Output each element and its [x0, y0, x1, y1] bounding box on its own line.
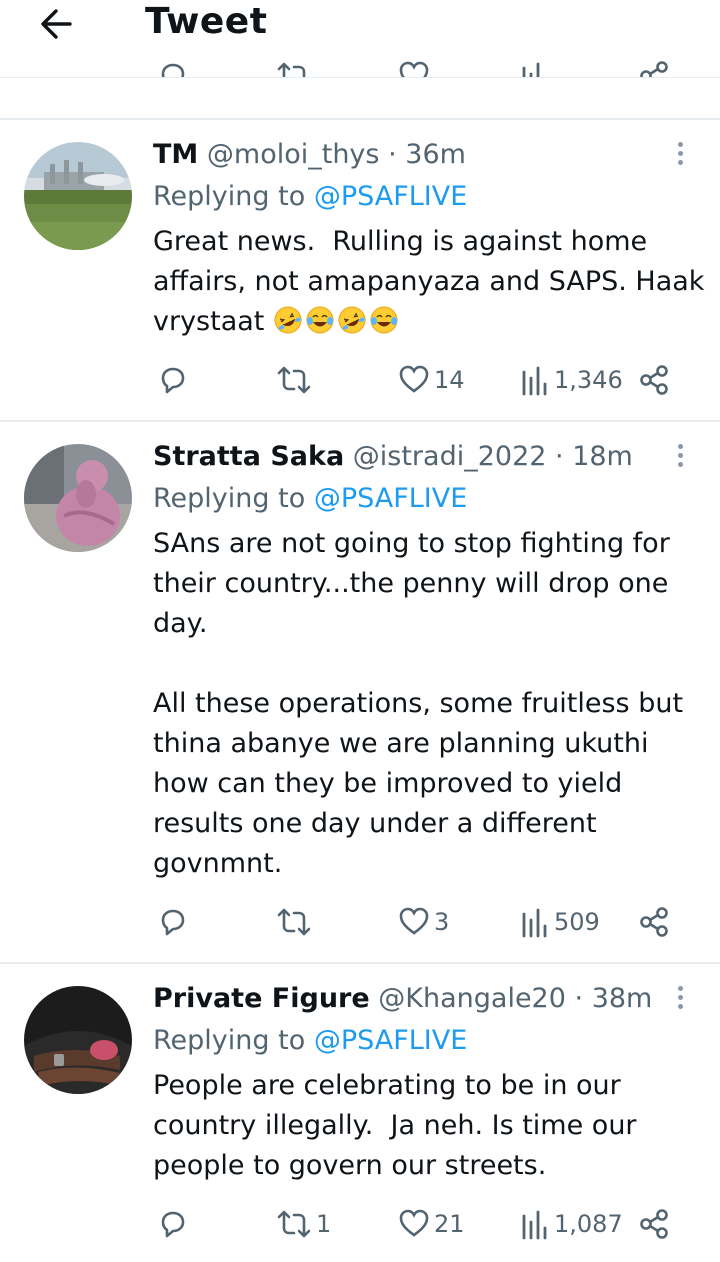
reply-icon [161, 1211, 185, 1238]
separator-dot: · [555, 441, 564, 472]
tweet-text: People are celebrating to be in our coun… [153, 1070, 646, 1181]
like-button[interactable]: 21 [398, 1204, 465, 1244]
replying-to: Replying to @PSAFLIVE [153, 180, 467, 214]
timestamp[interactable]: 38m [592, 983, 653, 1014]
view-count: 1,087 [554, 1210, 623, 1238]
tweet-text: Great news. Rulling is against home affa… [153, 222, 708, 342]
joy-emoji-icon [306, 306, 334, 334]
more-options-button[interactable] [672, 142, 688, 169]
retweet-icon [277, 366, 311, 394]
tweet-body: Great news. Rulling is against home affa… [153, 226, 714, 337]
reply-button[interactable] [157, 360, 189, 400]
mention-link[interactable]: @PSAFLIVE [314, 483, 467, 514]
avatar[interactable] [24, 142, 132, 250]
like-count: 3 [434, 908, 450, 936]
rofl-emoji-icon [338, 306, 366, 334]
share-button[interactable] [638, 360, 670, 400]
more-options-button[interactable] [672, 986, 688, 1013]
like-icon [399, 907, 429, 935]
like-button[interactable]: 14 [398, 360, 465, 400]
timestamp[interactable]: 18m [572, 441, 633, 472]
tweet-header: Private Figure @Khangale20 · 38m [153, 982, 652, 1016]
avatar[interactable] [24, 986, 132, 1094]
replying-to-label: Replying to [153, 483, 306, 514]
retweet-icon[interactable] [276, 60, 312, 78]
kebab-icon [677, 444, 683, 449]
tweet-header: TM @moloi_thys · 36m [153, 138, 466, 172]
tweet-item[interactable]: TM @moloi_thys · 36m Replying to @PSAFLI… [0, 120, 720, 420]
rofl-emoji-icon [274, 306, 302, 334]
reply-button[interactable] [157, 1204, 189, 1244]
view-count: 1,346 [554, 366, 623, 394]
retweet-button[interactable] [276, 902, 316, 942]
share-button[interactable] [638, 902, 670, 942]
like-icon [399, 1209, 429, 1237]
user-handle[interactable]: @istradi_2022 [353, 441, 547, 472]
mention-link[interactable]: @PSAFLIVE [314, 181, 467, 212]
tweet-item[interactable]: Private Figure @Khangale20 · 38m Replyin… [0, 964, 720, 1262]
tweet-actions: 14 1,346 [0, 360, 720, 400]
tweet-text: SAns are not going to stop fighting for … [153, 528, 684, 879]
timestamp[interactable]: 36m [405, 139, 466, 170]
page-title: Tweet [145, 1, 268, 42]
views-icon [522, 908, 547, 938]
tweet-header: Stratta Saka @istradi_2022 · 18m [153, 440, 633, 474]
power-station-photo [24, 142, 132, 250]
replying-to: Replying to @PSAFLIVE [153, 482, 467, 516]
crossed-arms-photo [24, 986, 132, 1094]
display-name[interactable]: TM [153, 139, 198, 170]
reply-icon [161, 909, 185, 936]
separator-dot: · [388, 139, 397, 170]
replying-to: Replying to @PSAFLIVE [153, 1024, 467, 1058]
tweet-item[interactable]: Stratta Saka @istradi_2022 · 18m Replyin… [0, 422, 720, 962]
reply-icon [161, 367, 185, 394]
share-icon [640, 1209, 668, 1239]
like-icon[interactable] [398, 60, 430, 78]
like-count: 14 [434, 366, 465, 394]
like-count: 21 [434, 1210, 465, 1238]
retweet-icon [277, 908, 311, 936]
user-handle[interactable]: @moloi_thys [207, 139, 380, 170]
knitted-figure-photo [24, 444, 132, 552]
arrow-left-icon [41, 9, 72, 39]
replying-to-label: Replying to [153, 181, 306, 212]
view-count: 509 [554, 908, 600, 936]
kebab-icon [677, 142, 683, 147]
back-button[interactable] [36, 4, 76, 44]
avatar[interactable] [24, 444, 132, 552]
tweet-actions: 1 21 1,087 [0, 1204, 720, 1244]
views-icon [522, 366, 547, 396]
reply-icon[interactable] [157, 60, 189, 78]
replying-to-label: Replying to [153, 1025, 306, 1056]
tweet-actions: 3 509 [0, 902, 720, 942]
views-icon [522, 1210, 547, 1240]
reply-button[interactable] [157, 902, 189, 942]
views-button[interactable]: 1,087 [520, 1204, 623, 1244]
retweet-count: 1 [316, 1210, 332, 1238]
like-button[interactable]: 3 [398, 902, 449, 942]
separator-dot: · [574, 983, 584, 1014]
kebab-icon [677, 986, 683, 991]
mention-link[interactable]: @PSAFLIVE [314, 1025, 467, 1056]
retweet-icon [277, 1210, 311, 1238]
share-icon [640, 907, 668, 937]
share-icon[interactable] [638, 60, 670, 78]
display-name[interactable]: Private Figure [153, 983, 370, 1014]
views-icon[interactable] [520, 60, 550, 78]
share-icon [640, 365, 668, 395]
joy-emoji-icon [370, 306, 398, 334]
views-button[interactable]: 1,346 [520, 360, 623, 400]
share-button[interactable] [638, 1204, 670, 1244]
previous-tweet-actions [0, 60, 720, 78]
top-app-bar: Tweet [0, 0, 720, 78]
display-name[interactable]: Stratta Saka [153, 441, 344, 472]
views-button[interactable]: 509 [520, 902, 600, 942]
retweet-button[interactable]: 1 [276, 1204, 331, 1244]
like-icon [399, 365, 429, 393]
retweet-button[interactable] [276, 360, 316, 400]
more-options-button[interactable] [672, 444, 688, 471]
user-handle[interactable]: @Khangale20 [378, 983, 566, 1014]
